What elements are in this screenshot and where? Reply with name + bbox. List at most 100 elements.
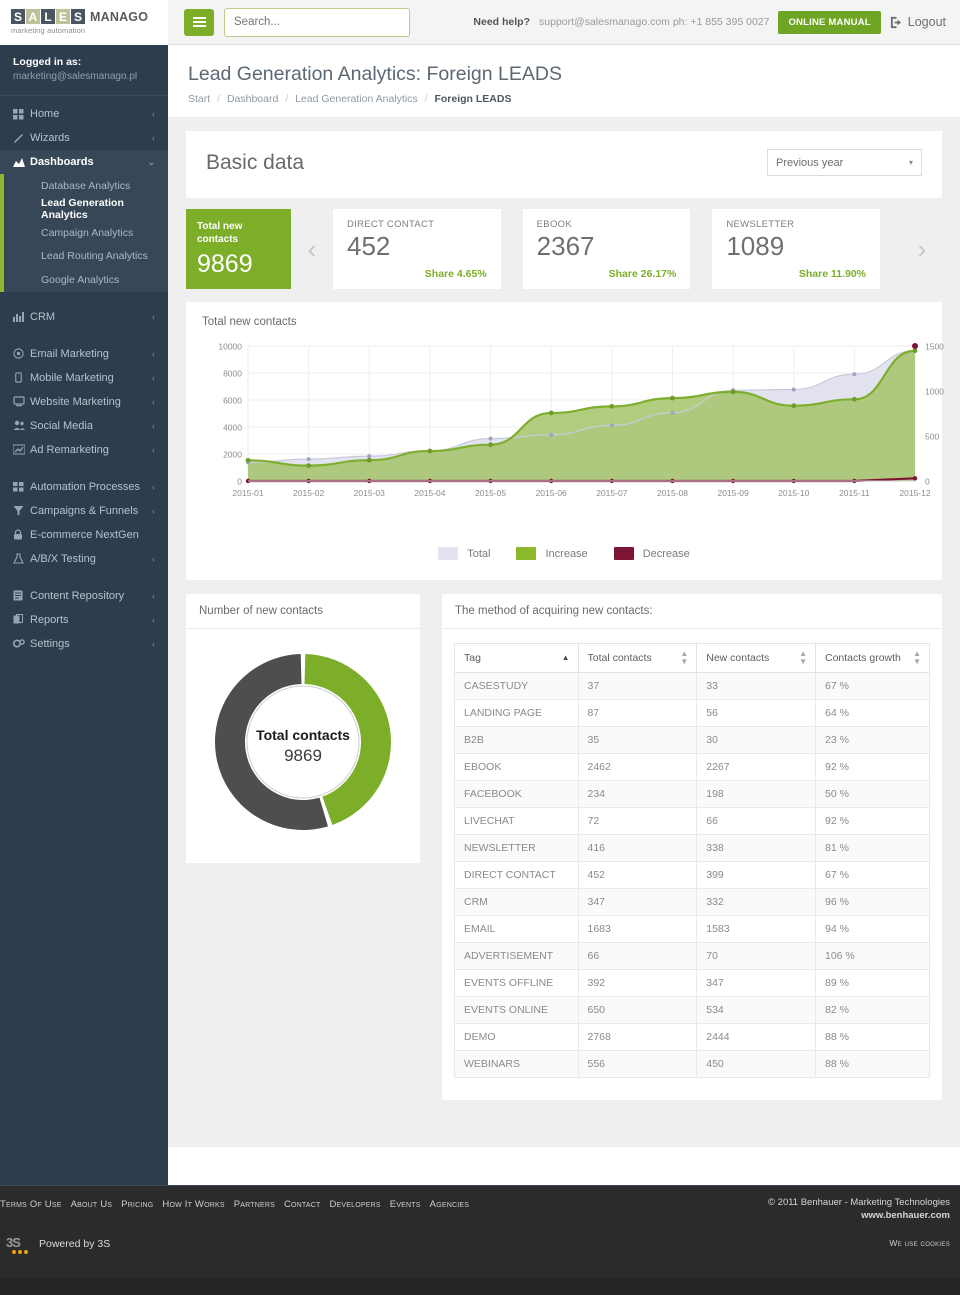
footer-link[interactable]: Partners <box>234 1199 275 1210</box>
table-row[interactable]: DEMO 2768 2444 88 % <box>454 1023 930 1051</box>
sidebar-item-abx-testing[interactable]: A/B/X Testing ‹ <box>0 547 168 571</box>
cell-contacts-growth: 64 % <box>815 699 930 727</box>
sidebar-item-database-analytics[interactable]: Database Analytics <box>0 174 168 198</box>
logged-in-label: Logged in as: <box>13 56 82 68</box>
logout-button[interactable]: Logout <box>890 15 946 29</box>
sidebar-item-campaigns-funnels[interactable]: Campaigns & Funnels ‹ <box>0 499 168 523</box>
sidebar-item-automation-processes[interactable]: Automation Processes ‹ <box>0 475 168 499</box>
kpi-card-label: NEWSLETTER <box>726 219 795 230</box>
table-row[interactable]: EVENTS ONLINE 650 534 82 % <box>454 996 930 1024</box>
period-select[interactable]: Previous year ▾ <box>767 149 922 176</box>
sidebar-item-crm[interactable]: CRM ‹ <box>0 305 168 329</box>
footer-link[interactable]: Contact <box>284 1199 321 1210</box>
sidebar-item-home[interactable]: Home ‹ <box>0 102 168 126</box>
svg-text:2000: 2000 <box>223 450 242 460</box>
column-header-new-contacts[interactable]: New contacts ▲ ▼ <box>696 643 816 673</box>
footer-link[interactable]: Pricing <box>121 1199 153 1210</box>
table-row[interactable]: EBOOK 2462 2267 92 % <box>454 753 930 781</box>
table-row[interactable]: DIRECT CONTACT 452 399 67 % <box>454 861 930 889</box>
footer-link[interactable]: Agencies <box>430 1199 469 1210</box>
breadcrumb-item-dashboard[interactable]: Dashboard <box>227 93 278 105</box>
brand-logo[interactable]: S A L E S MANAGO marketing automation <box>0 0 168 45</box>
sidebar-item-label: E-commerce NextGen <box>30 528 139 541</box>
footer-link[interactable]: Terms Of Use <box>0 1199 62 1210</box>
sidebar-item-wizards[interactable]: Wizards ‹ <box>0 126 168 150</box>
sidebar-item-lead-generation-analytics[interactable]: Lead Generation Analytics <box>0 197 168 221</box>
footer-website[interactable]: www.benhauer.com <box>768 1210 950 1221</box>
acquisition-table: Tag ▲ Total contacts ▲ ▼ New contacts ▲ … <box>454 643 930 1078</box>
cell-contacts-growth: 89 % <box>815 969 930 997</box>
column-header-tag[interactable]: Tag ▲ <box>454 643 579 673</box>
cell-new-contacts: 198 <box>696 780 816 808</box>
cell-contacts-growth: 88 % <box>815 1023 930 1051</box>
sidebar-item-google-analytics[interactable]: Google Analytics <box>0 268 168 292</box>
sidebar-item-lead-routing-analytics[interactable]: Lead Routing Analytics <box>0 245 168 269</box>
sidebar-item-label: Dashboards <box>30 156 94 168</box>
sidebar-item-reports[interactable]: Reports ‹ <box>0 608 168 632</box>
svg-text:2015-04: 2015-04 <box>414 488 445 498</box>
sidebar-item-label: Home <box>30 108 60 120</box>
hamburger-icon[interactable] <box>184 8 214 36</box>
table-row[interactable]: CASESTUDY 37 33 67 % <box>454 672 930 700</box>
table-row[interactable]: CRM 347 332 96 % <box>454 888 930 916</box>
table-row[interactable]: WEBINARS 556 450 88 % <box>454 1050 930 1078</box>
sidebar-item-label: Settings <box>30 637 70 650</box>
cell-total-contacts: 556 <box>577 1050 698 1078</box>
online-manual-button[interactable]: ONLINE MANUAL <box>778 10 881 34</box>
sidebar-item-ecommerce-nextgen[interactable]: E-commerce NextGen <box>0 523 168 547</box>
legend-item-increase[interactable]: Increase <box>516 547 588 560</box>
sidebar-item-social-media[interactable]: Social Media ‹ <box>0 414 168 438</box>
kpi-total-new-contacts[interactable]: Total new contacts 9869 <box>186 209 291 289</box>
column-header-total-contacts[interactable]: Total contacts ▲ ▼ <box>577 643 698 673</box>
table-row[interactable]: LIVECHAT 72 66 92 % <box>454 807 930 835</box>
cell-tag: CASESTUDY <box>454 672 579 700</box>
sidebar-item-content-repository[interactable]: Content Repository ‹ <box>0 584 168 608</box>
kpi-card-ebook[interactable]: EBOOK 2367 Share 26.17% <box>522 209 691 289</box>
sidebar-item-website-marketing[interactable]: Website Marketing ‹ <box>0 390 168 414</box>
legend-item-total[interactable]: Total <box>438 547 490 560</box>
footer-link[interactable]: About Us <box>71 1199 113 1210</box>
cookies-notice[interactable]: We use cookies <box>889 1238 950 1248</box>
search-input[interactable] <box>224 7 410 37</box>
footer-link[interactable]: Developers <box>330 1199 381 1210</box>
breadcrumb-item-start[interactable]: Start <box>188 93 210 105</box>
legend-swatch-total <box>438 547 459 560</box>
legend-item-decrease[interactable]: Decrease <box>613 547 690 560</box>
bottom-strip <box>0 1278 960 1295</box>
footer-link[interactable]: How It Works <box>162 1199 224 1210</box>
sort-ascending-icon: ▲ <box>561 653 570 662</box>
kpi-card-newsletter[interactable]: NEWSLETTER 1089 Share 11.90% <box>712 209 881 289</box>
sidebar-item-mobile-marketing[interactable]: Mobile Marketing ‹ <box>0 366 168 390</box>
breadcrumb-item-lead-generation-analytics[interactable]: Lead Generation Analytics <box>295 93 418 105</box>
column-header-contacts-growth[interactable]: Contacts growth ▲ ▼ <box>815 643 930 673</box>
table-row[interactable]: ADVERTISEMENT 66 70 106 % <box>454 942 930 970</box>
kpi-prev-arrow-icon[interactable]: ‹ <box>291 209 333 289</box>
cell-tag: EBOOK <box>454 753 579 781</box>
table-row[interactable]: NEWSLETTER 416 338 81 % <box>454 834 930 862</box>
sidebar-item-email-marketing[interactable]: Email Marketing ‹ <box>0 342 168 366</box>
table-row[interactable]: B2B 35 30 23 % <box>454 726 930 754</box>
sidebar-item-dashboards[interactable]: Dashboards ⌄ <box>0 150 168 174</box>
sidebar-item-label: Content Repository <box>30 589 125 602</box>
cell-tag: LIVECHAT <box>454 807 579 835</box>
cell-total-contacts: 452 <box>577 861 698 889</box>
donut-chart-body[interactable]: Total contacts 9869 <box>186 629 420 863</box>
cell-total-contacts: 416 <box>577 834 698 862</box>
sidebar-item-settings[interactable]: Settings ‹ <box>0 632 168 656</box>
table-row[interactable]: FACEBOOK 234 198 50 % <box>454 780 930 808</box>
legend-label: Increase <box>545 547 588 560</box>
kpi-card-direct-contact[interactable]: DIRECT CONTACT 452 Share 4.65% <box>333 209 501 289</box>
sort-toggle-icon: ▲ ▼ <box>680 649 689 666</box>
chart-canvas[interactable]: 0 2000 4000 6000 8000 10000 0 500 1000 1500 2015-0… <box>202 336 960 531</box>
footer-link[interactable]: Events <box>390 1199 421 1210</box>
sidebar-item-ad-remarketing[interactable]: Ad Remarketing ‹ <box>0 438 168 462</box>
cell-tag: EVENTS OFFLINE <box>454 969 579 997</box>
kpi-next-arrow-icon[interactable]: › <box>902 209 942 289</box>
table-row[interactable]: EVENTS OFFLINE 392 347 89 % <box>454 969 930 997</box>
grid-icon <box>13 108 30 120</box>
sidebar-item-campaign-analytics[interactable]: Campaign Analytics <box>0 221 168 245</box>
table-row[interactable]: LANDING PAGE 87 56 64 % <box>454 699 930 727</box>
table-row[interactable]: EMAIL 1683 1583 94 % <box>454 915 930 943</box>
svg-text:2015-07: 2015-07 <box>596 488 627 498</box>
breadcrumb-separator: / <box>424 93 428 105</box>
